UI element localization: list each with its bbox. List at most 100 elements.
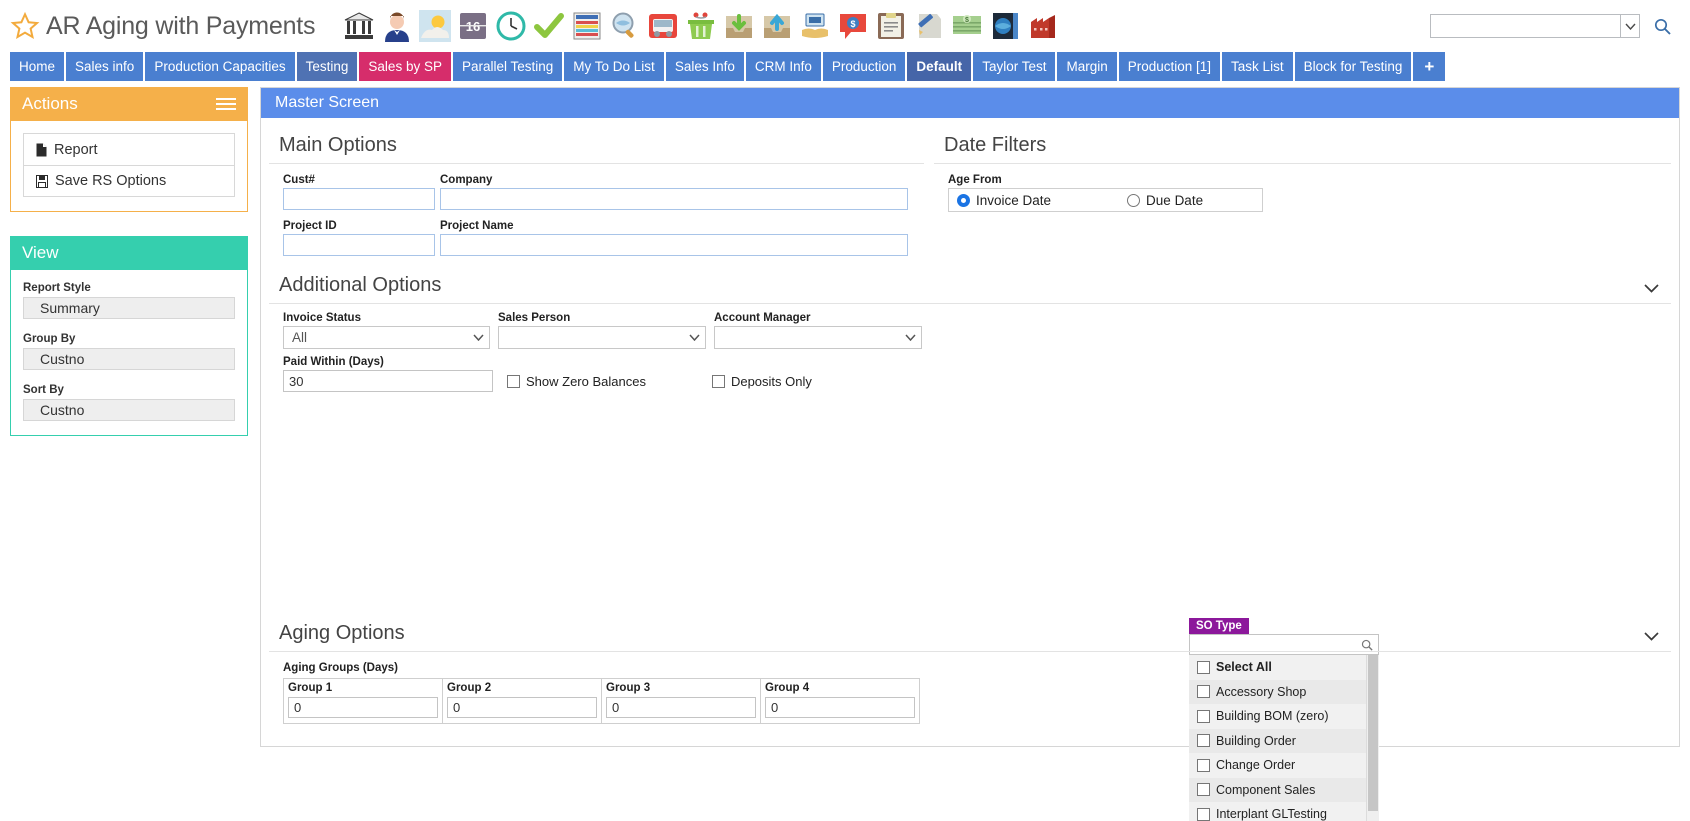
so-type-checkbox[interactable] <box>1197 758 1210 772</box>
clipboard-icon[interactable] <box>875 10 907 42</box>
sales-person-field: Sales Person <box>498 312 706 349</box>
main-pane: Master Screen Main Options Cust# Company <box>260 87 1680 821</box>
additional-options-collapse-icon[interactable] <box>1641 278 1661 298</box>
bus-icon[interactable] <box>647 10 679 42</box>
checkmark-icon[interactable] <box>533 10 565 42</box>
dollar-chat-icon[interactable]: $ <box>837 10 869 42</box>
tab-parallel-testing[interactable]: Parallel Testing <box>452 52 563 81</box>
view-panel-title: View <box>22 243 59 262</box>
svg-text:$: $ <box>851 19 856 29</box>
search-input[interactable] <box>1430 14 1620 38</box>
tab-production-1[interactable]: Production [1] <box>1118 52 1221 81</box>
aging-group-3-input[interactable] <box>606 697 756 718</box>
outbox-upload-icon[interactable] <box>761 10 793 42</box>
spreadsheet-icon[interactable] <box>571 10 603 42</box>
so-type-item[interactable]: Interplant GLTesting <box>1189 802 1379 821</box>
tab-default[interactable]: Default <box>907 52 972 81</box>
deposits-only-box[interactable] <box>711 374 725 388</box>
aging-options-section: Aging Options Aging Groups (Days) Group … <box>269 616 1671 724</box>
project-name-label: Project Name <box>440 220 514 232</box>
invoice-status-label: Invoice Status <box>283 312 361 324</box>
aging-group-1: Group 1 <box>284 679 443 723</box>
invoice-status-select[interactable]: All <box>283 326 490 349</box>
paid-within-row: Show Zero Balances Deposits Only <box>269 370 1671 392</box>
project-name-input[interactable] <box>440 234 908 256</box>
clock-icon[interactable] <box>495 10 527 42</box>
show-zero-balances-checkbox[interactable]: Show Zero Balances <box>507 374 646 389</box>
due-date-radio-option[interactable]: Due Date <box>1119 193 1211 208</box>
sales-person-select[interactable] <box>498 326 706 349</box>
tab-task-list[interactable]: Task List <box>1222 52 1293 81</box>
aging-options-collapse-icon[interactable] <box>1641 626 1661 646</box>
tab-production[interactable]: Production <box>822 52 906 81</box>
company-input[interactable] <box>440 188 908 210</box>
invoice-date-label: Invoice Date <box>976 192 1052 208</box>
due-date-radio[interactable] <box>1127 193 1141 207</box>
sort-by-value[interactable]: Custno <box>23 399 235 421</box>
aging-group-1-input[interactable] <box>288 697 438 718</box>
so-type-item[interactable]: Component Sales <box>1189 777 1379 802</box>
bank-icon[interactable] <box>343 10 375 42</box>
invoice-date-radio-option[interactable]: Invoice Date <box>949 193 1059 208</box>
tab-taylor-test[interactable]: Taylor Test <box>973 52 1056 81</box>
weather-icon[interactable] <box>419 10 452 42</box>
tab-sales-info-2[interactable]: Sales Info <box>665 52 744 81</box>
sort-by-label: Sort By <box>23 384 64 396</box>
save-rs-options-button[interactable]: Save RS Options <box>24 165 234 196</box>
aging-group-4-input[interactable] <box>765 697 915 718</box>
tab-testing[interactable]: Testing <box>296 52 358 81</box>
main-content: Main Options Cust# Company Project ID Pr… <box>261 118 1679 821</box>
tab-sales-info[interactable]: Sales info <box>66 52 144 81</box>
invoice-status-field: Invoice Status All <box>283 312 490 349</box>
tab-my-to-do-list[interactable]: My To Do List <box>564 52 664 81</box>
actions-panel-title: Actions <box>22 94 78 113</box>
master-screen-title: Master Screen <box>275 94 380 111</box>
aging-group-2-input[interactable] <box>447 697 597 718</box>
search-area <box>1430 14 1678 38</box>
sales-person-label: Sales Person <box>498 312 571 324</box>
cash-stack-icon[interactable]: $ <box>951 10 983 42</box>
cust-input[interactable] <box>283 188 435 210</box>
tab-margin[interactable]: Margin <box>1057 52 1117 81</box>
person-icon[interactable] <box>381 10 414 42</box>
deposits-only-checkbox[interactable]: Deposits Only <box>711 374 812 389</box>
so-type-checkbox[interactable] <box>1197 807 1210 821</box>
factory-icon[interactable] <box>1027 10 1059 42</box>
magnifier-globe-icon[interactable] <box>609 10 641 42</box>
tab-home[interactable]: Home <box>10 52 65 81</box>
globe-book-icon[interactable] <box>989 10 1021 42</box>
chevron-down-icon[interactable] <box>1620 14 1640 38</box>
report-button[interactable]: Report <box>24 134 234 165</box>
paid-within-input[interactable] <box>283 370 493 392</box>
money-hands-icon[interactable] <box>799 10 831 42</box>
tab-crm-info[interactable]: CRM Info <box>745 52 821 81</box>
so-type-item[interactable]: Building Order <box>1189 728 1379 753</box>
actions-panel: Actions Report Save RS Options <box>10 87 248 212</box>
additional-options-section: Additional Options Invoice Status All Sa… <box>269 268 1671 821</box>
invoice-date-radio[interactable] <box>957 193 970 207</box>
pencil-note-icon[interactable] <box>913 10 945 42</box>
tab-block-for-testing[interactable]: Block for Testing <box>1294 52 1412 81</box>
report-style-value[interactable]: Summary <box>23 297 235 319</box>
account-manager-select[interactable] <box>714 326 922 349</box>
save-disk-icon <box>36 174 48 188</box>
workspace: Actions Report Save RS Options View Repo… <box>0 81 1690 821</box>
basket-icon[interactable] <box>685 10 717 42</box>
calendar-16-icon[interactable]: 16 <box>457 10 489 42</box>
tab-production-capacities[interactable]: Production Capacities <box>145 52 295 81</box>
tab-sales-by-sp[interactable]: Sales by SP <box>359 52 451 81</box>
inbox-download-icon[interactable] <box>723 10 755 42</box>
so-type-checkbox[interactable] <box>1197 783 1210 797</box>
star-icon[interactable] <box>10 11 40 41</box>
show-zero-balances-box[interactable] <box>507 374 520 388</box>
add-tab-button[interactable]: + <box>1413 52 1446 81</box>
so-type-item[interactable]: Change Order <box>1189 753 1379 778</box>
account-manager-field: Account Manager <box>714 312 922 349</box>
search-icon[interactable] <box>1646 14 1678 38</box>
group-by-label: Group By <box>23 333 76 345</box>
so-type-checkbox[interactable] <box>1197 734 1210 748</box>
project-id-field: Project ID <box>283 220 435 256</box>
hamburger-icon[interactable] <box>216 98 236 110</box>
project-id-input[interactable] <box>283 234 435 256</box>
group-by-value[interactable]: Custno <box>23 348 235 370</box>
